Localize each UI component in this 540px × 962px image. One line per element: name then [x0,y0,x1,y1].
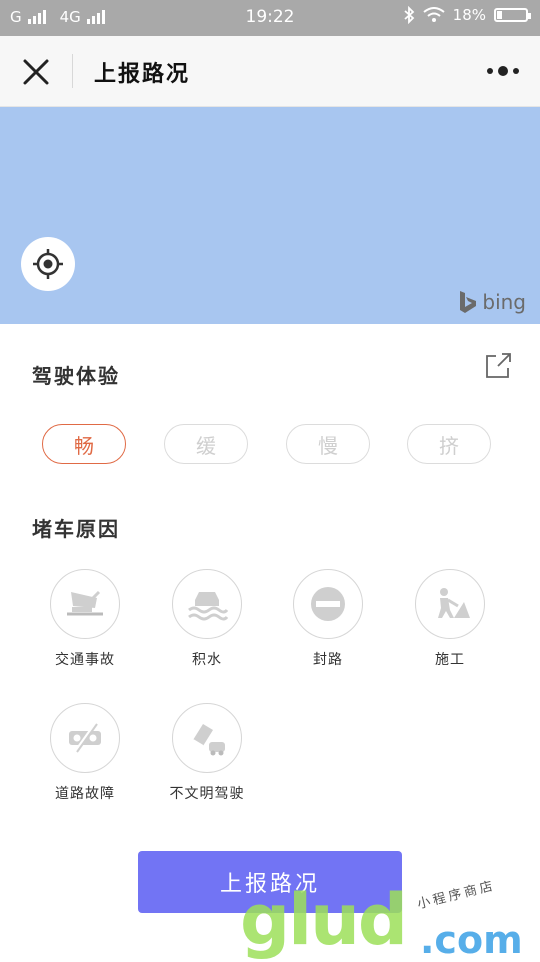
reason-road-closed[interactable]: 封路 [273,569,383,669]
bluetooth-icon [404,6,414,24]
battery-icon [494,8,531,22]
reason-label: 积水 [192,652,222,668]
driving-option-congested[interactable]: 挤 [407,424,491,464]
nav-divider [72,54,73,88]
wifi-icon [423,7,445,22]
map-attribution: bing [458,290,526,314]
bing-label: bing [482,290,526,314]
bing-logo-icon [460,291,477,313]
reason-label: 不文明驾驶 [169,786,245,802]
crosshair-icon [33,249,63,279]
reason-icon-circle [50,703,120,773]
reason-icon-circle [293,569,363,639]
watermark-caption: 小程序商店 [415,878,498,913]
status-bar: G 4G 19:22 18% [0,0,540,36]
more-options-icon[interactable] [486,62,520,80]
reason-label: 道路故障 [55,786,115,802]
road-fault-icon [69,723,101,753]
reason-flooding[interactable]: 积水 [152,569,262,669]
locate-button[interactable] [21,237,75,291]
driving-option-smooth[interactable]: 畅 [42,424,126,464]
driving-option-slow-moving[interactable]: 缓 [164,424,248,464]
reason-icon-circle [172,703,242,773]
reason-reckless-driving[interactable]: 不文明驾驶 [152,703,262,803]
reason-label: 施工 [435,652,465,668]
watermark-domain: .com [420,918,523,962]
submit-report-button[interactable]: 上报路况 [138,851,402,913]
car-accident-icon [67,590,103,616]
driving-option-slow[interactable]: 慢 [286,424,370,464]
reason-construction[interactable]: 施工 [395,569,505,669]
flooding-icon [188,592,229,621]
reason-label: 封路 [313,652,343,668]
road-closed-icon [311,587,345,621]
construction-icon [438,588,470,618]
reason-icon-circle [172,569,242,639]
driving-section-title: 驾驶体验 [32,364,120,388]
page-title: 上报路况 [94,62,191,87]
reason-label: 交通事故 [55,652,115,668]
share-icon[interactable] [484,352,512,380]
reason-road-fault[interactable]: 道路故障 [30,703,140,803]
reason-icon-circle [415,569,485,639]
reckless-driving-icon [192,724,225,756]
status-icons: 18% [403,6,531,24]
reason-section-title: 堵车原因 [32,517,120,541]
close-icon[interactable] [20,56,52,88]
map-view[interactable]: bing [0,107,540,324]
battery-percent: 18% [452,6,486,24]
reason-icon-circle [50,569,120,639]
reason-car-accident[interactable]: 交通事故 [30,569,140,669]
nav-bar: 上报路况 [0,36,540,107]
